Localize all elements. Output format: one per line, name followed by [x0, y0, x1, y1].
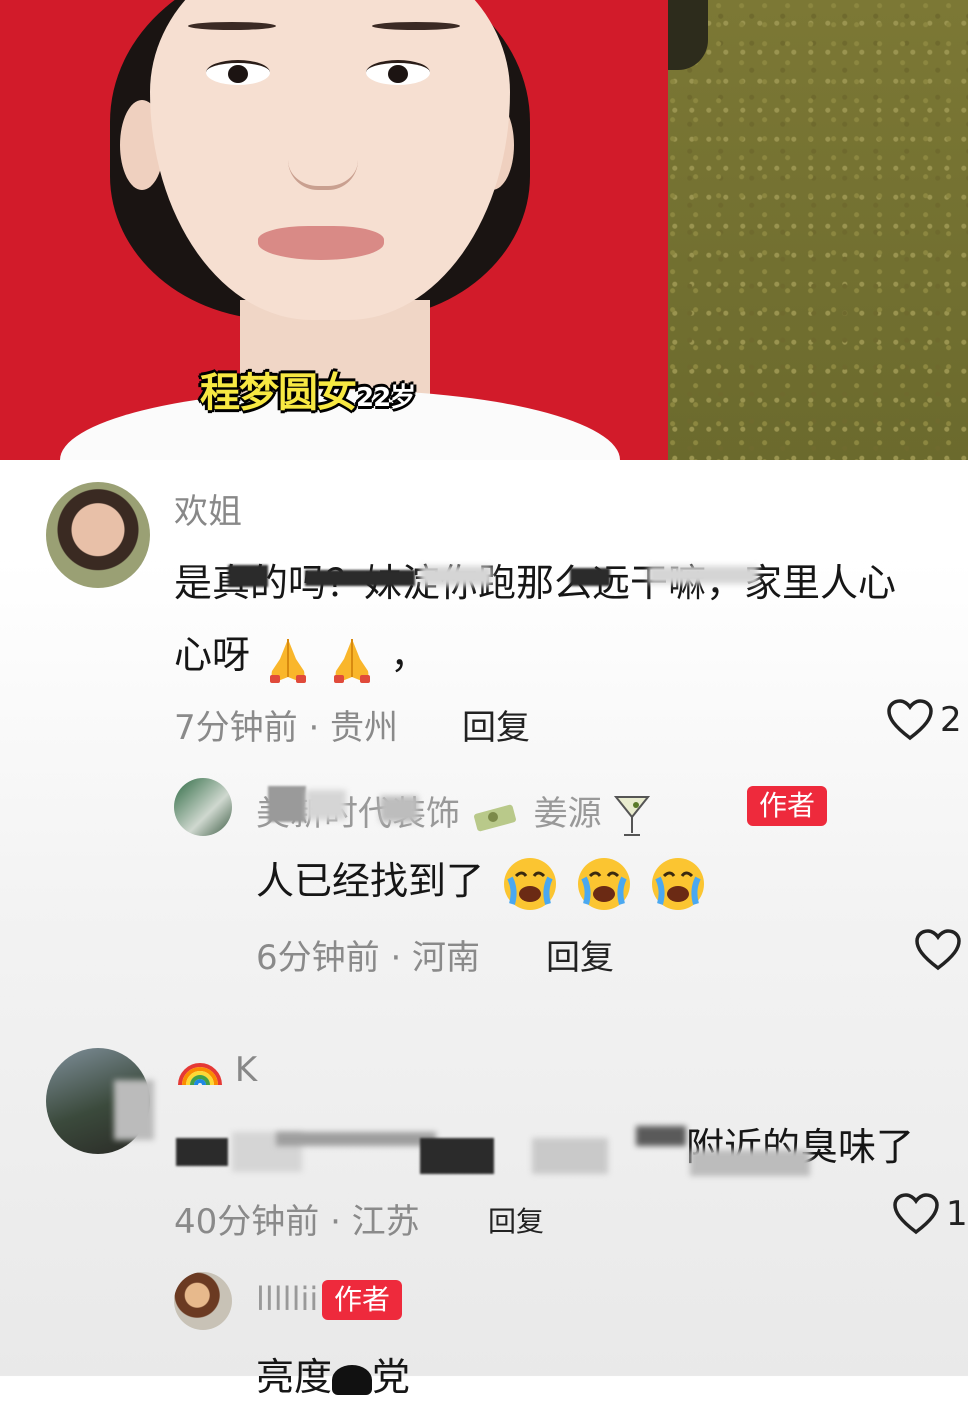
heart-icon[interactable] — [914, 928, 962, 972]
like-count: 1 — [946, 1194, 968, 1234]
redaction-mark — [690, 1150, 810, 1176]
money-icon — [471, 799, 523, 833]
redaction-mark — [228, 565, 268, 587]
comment-punctuation: ， — [390, 633, 429, 677]
crying-face-icon — [504, 857, 557, 910]
comment-username[interactable]: 欢姐 — [174, 484, 242, 533]
reply-text: 人已经找到了 — [256, 850, 706, 912]
reply-time-location: 6分钟前 · 河南 — [256, 938, 481, 978]
rainbow-icon — [178, 1062, 222, 1085]
redaction-mark — [532, 1138, 608, 1174]
redaction-mark — [636, 1126, 686, 1146]
redaction-mark — [276, 1132, 436, 1146]
author-badge: 作者 — [747, 786, 828, 826]
portrait-eye — [366, 60, 430, 85]
reply-text-start: 亮度 — [256, 1355, 333, 1399]
redaction-mark — [332, 1364, 373, 1395]
comment-text-end: 心呀 — [174, 633, 251, 677]
comment-text-line2: 心呀 ， — [174, 624, 428, 685]
folded-hands-icon — [270, 638, 307, 683]
reply-button[interactable]: 回复 — [462, 700, 530, 749]
portrait-brow — [372, 22, 460, 30]
redaction-mark — [420, 1138, 494, 1174]
reply-button[interactable]: 回复 — [546, 930, 614, 979]
video-thumbnail[interactable]: 程梦圆女22岁 — [0, 0, 968, 460]
video-caption: 程梦圆女22岁 — [200, 366, 416, 420]
redaction-mark — [380, 796, 418, 822]
comment-username-text: K — [234, 1050, 258, 1090]
cocktail-icon — [612, 793, 652, 839]
portrait-mouth — [258, 226, 384, 260]
redaction-mark — [420, 566, 492, 586]
like-count: 2 — [940, 700, 962, 740]
portrait-eye — [206, 60, 270, 85]
ground-shadow — [668, 0, 708, 70]
redaction-mark — [176, 1138, 228, 1166]
reply-button[interactable]: 回复 — [488, 1200, 544, 1240]
reply-text-end: 党 — [372, 1355, 411, 1399]
avatar[interactable] — [46, 482, 150, 588]
redaction-mark — [305, 570, 415, 586]
reply-text: 亮度党 — [256, 1346, 410, 1401]
avatar[interactable] — [174, 778, 232, 836]
redaction-mark — [306, 790, 346, 820]
ground-photo — [668, 0, 968, 460]
crying-face-icon — [652, 857, 705, 910]
portrait-photo: 程梦圆女22岁 — [0, 0, 668, 460]
heart-icon[interactable] — [892, 1192, 940, 1236]
avatar[interactable] — [174, 1272, 232, 1330]
author-badge: 作者 — [322, 1280, 403, 1320]
reply-username[interactable]: lllllii — [256, 1280, 318, 1318]
caption-name: 程梦圆女 — [200, 370, 357, 416]
comment-username[interactable]: K — [176, 1050, 257, 1090]
reply-username-suffix: 姜源 — [533, 794, 602, 834]
caption-age: 22岁 — [356, 383, 416, 413]
redaction-mark — [570, 568, 610, 586]
comment-time-location: 40分钟前 · 江苏 — [174, 1202, 420, 1242]
comment-time-location: 7分钟前 · 贵州 — [174, 708, 399, 748]
heart-icon[interactable] — [886, 698, 934, 742]
redaction-mark — [114, 1080, 154, 1140]
redaction-mark — [648, 566, 758, 584]
crying-face-icon — [578, 857, 631, 910]
reply-text-content: 人已经找到了 — [256, 859, 485, 903]
folded-hands-icon — [334, 638, 371, 683]
redaction-mark — [268, 786, 306, 822]
portrait-brow — [188, 22, 276, 30]
